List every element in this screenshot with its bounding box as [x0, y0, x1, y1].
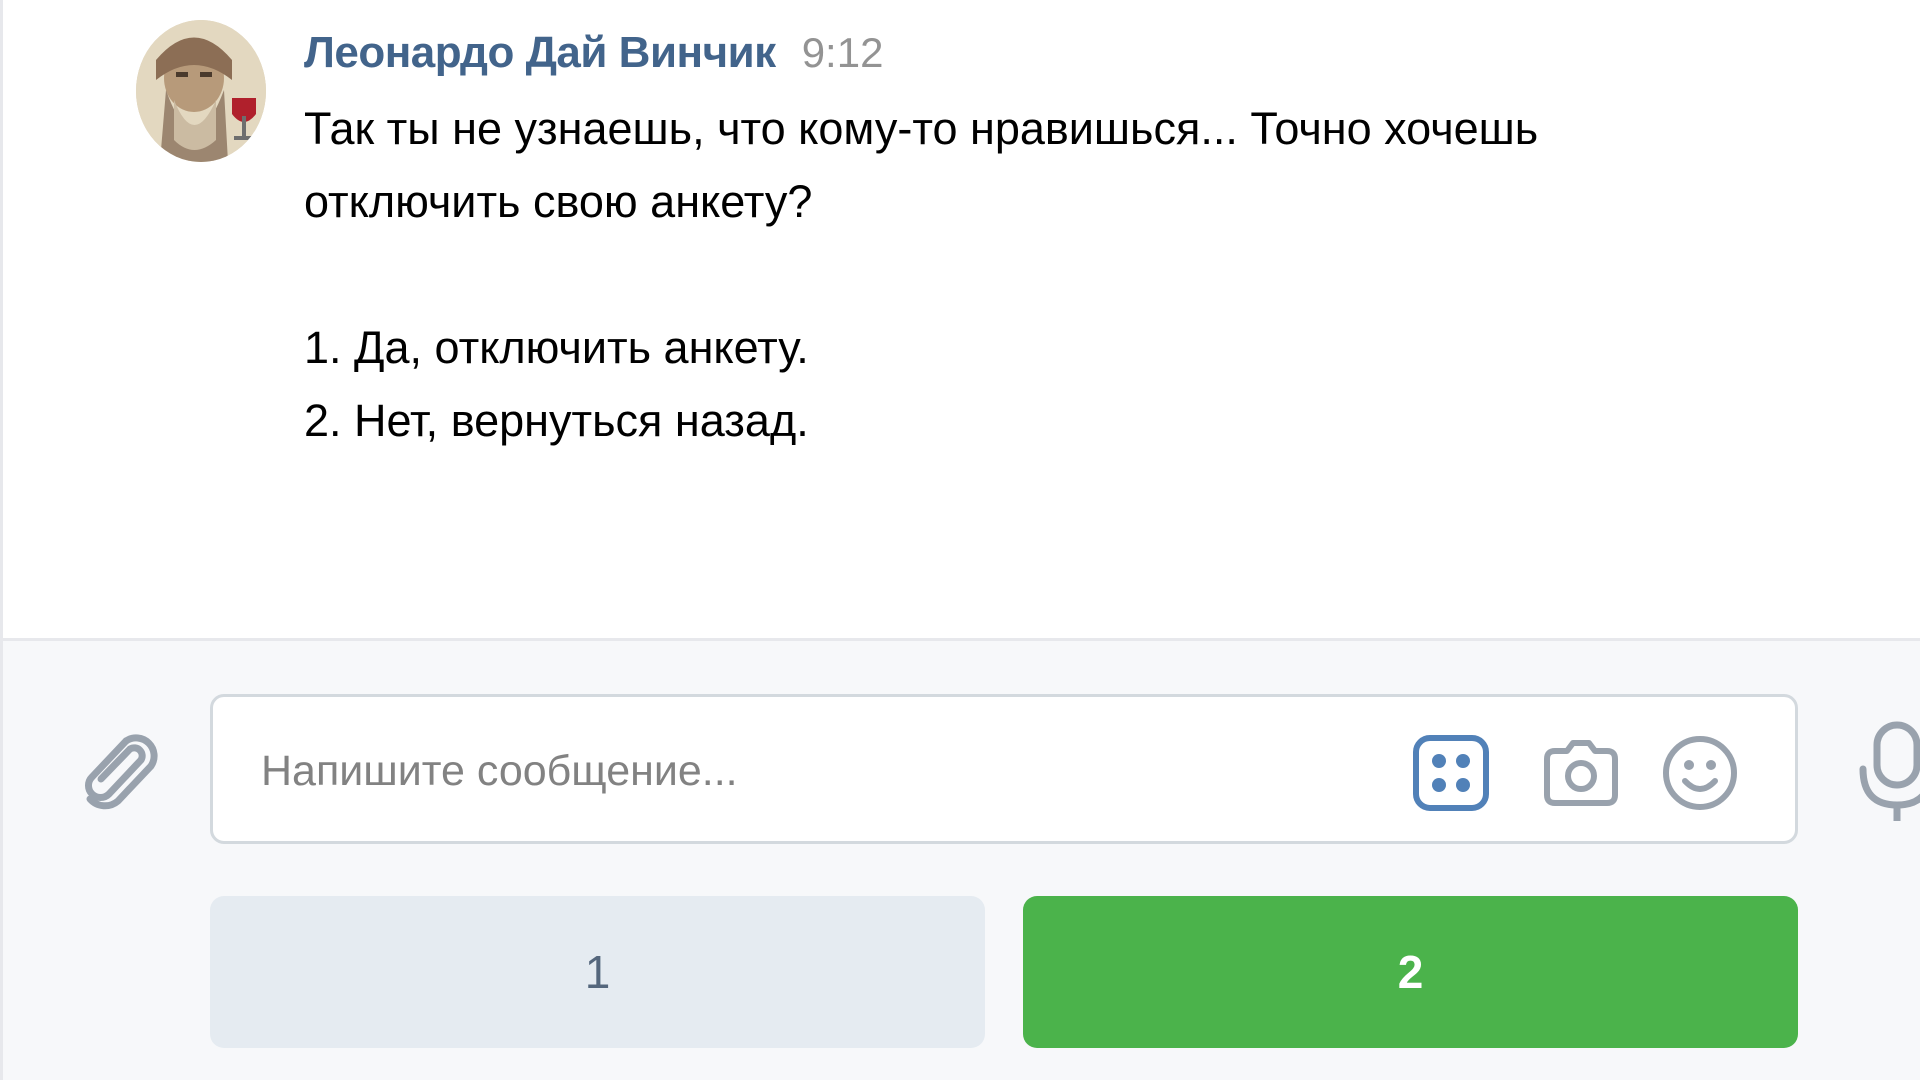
- keyboard-button-2[interactable]: 2: [1023, 896, 1798, 1048]
- message-header: Леонардо Дай Винчик 9:12: [304, 28, 1804, 88]
- message-line: 1. Да, отключить анкету.: [304, 322, 809, 373]
- message-body: Леонардо Дай Винчик 9:12 Так ты не узнае…: [304, 28, 1804, 457]
- message-text: Так ты не узнаешь, что кому-то нравишься…: [304, 92, 1804, 457]
- message-line: 2. Нет, вернуться назад.: [304, 395, 809, 446]
- microphone-icon[interactable]: [1853, 721, 1920, 821]
- avatar-portrait-icon: [136, 20, 266, 162]
- chat-window: Леонардо Дай Винчик 9:12 Так ты не узнае…: [0, 0, 1920, 1080]
- message-history: Леонардо Дай Винчик 9:12 Так ты не узнае…: [3, 0, 1920, 638]
- paperclip-icon[interactable]: [68, 723, 158, 813]
- author-name[interactable]: Леонардо Дай Винчик: [304, 28, 776, 78]
- message-line: отключить свою анкету?: [304, 176, 813, 227]
- message-line: [304, 238, 1804, 311]
- bot-keyboard-icon[interactable]: [1411, 733, 1491, 813]
- message-time[interactable]: 9:12: [802, 29, 884, 77]
- message-input[interactable]: [259, 735, 1363, 807]
- camera-icon[interactable]: [1541, 733, 1621, 813]
- avatar[interactable]: [136, 20, 266, 162]
- keyboard-button-1[interactable]: 1: [210, 896, 985, 1048]
- message-composer: 1 2: [3, 638, 1920, 1080]
- message-line: Так ты не узнаешь, что кому-то нравишься…: [304, 103, 1539, 154]
- smile-icon[interactable]: [1660, 733, 1740, 813]
- message-input-box[interactable]: [210, 694, 1798, 844]
